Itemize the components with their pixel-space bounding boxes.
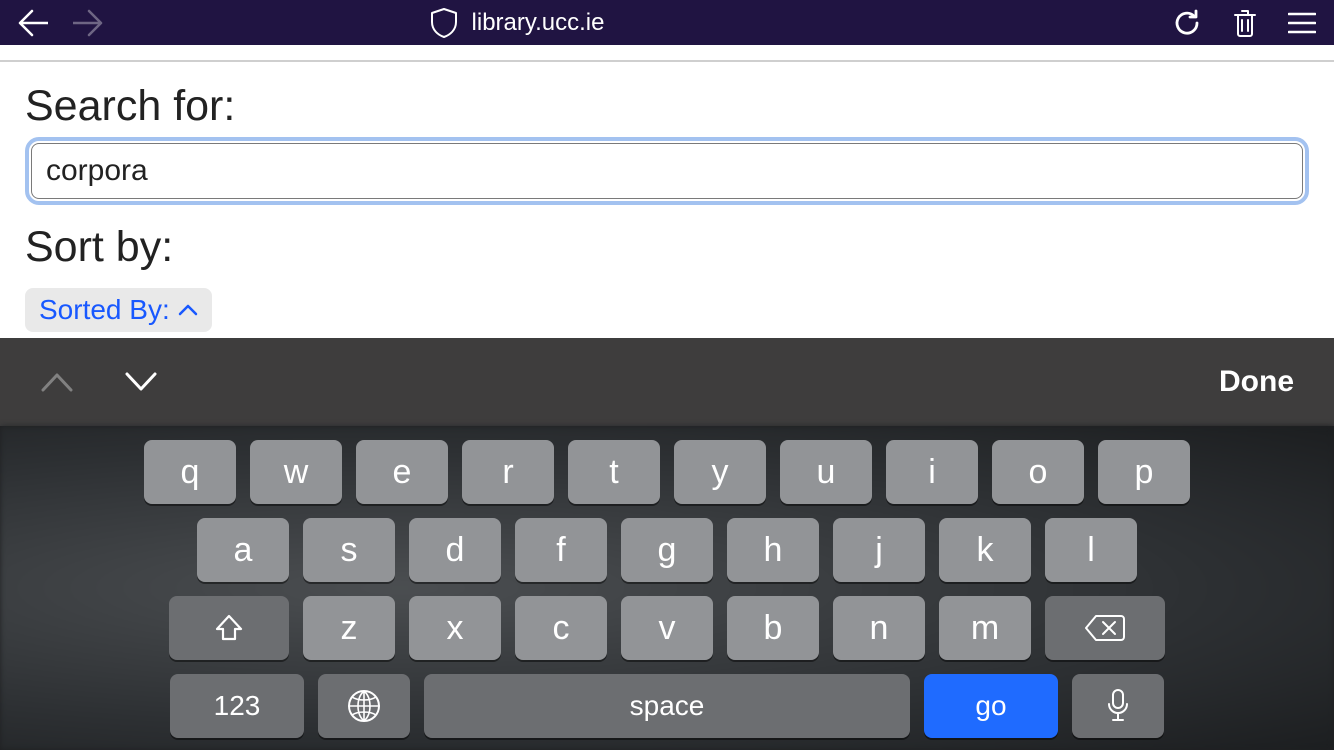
form-next-button[interactable] — [124, 370, 158, 394]
key-z[interactable]: z — [303, 596, 395, 660]
keyboard-area: Done qwertyuiop asdfghjkl zxcvbnm 123 sp… — [0, 338, 1334, 750]
form-prev-button[interactable] — [40, 370, 74, 394]
search-label: Search for: — [25, 82, 1309, 131]
key-k[interactable]: k — [939, 518, 1031, 582]
key-m[interactable]: m — [939, 596, 1031, 660]
keyboard-accessory-bar: Done — [0, 338, 1334, 426]
key-r[interactable]: r — [462, 440, 554, 504]
search-input[interactable] — [31, 143, 1303, 199]
page-content: Search for: Sort by: Sorted By: — [0, 60, 1334, 332]
trash-icon[interactable] — [1232, 8, 1258, 38]
key-s[interactable]: s — [303, 518, 395, 582]
chevron-up-icon — [178, 303, 198, 317]
sort-by-dropdown[interactable]: Sorted By: — [25, 288, 212, 332]
key-a[interactable]: a — [197, 518, 289, 582]
shift-icon — [213, 612, 245, 644]
reload-button[interactable] — [1172, 8, 1202, 38]
key-o[interactable]: o — [992, 440, 1084, 504]
shield-icon — [431, 8, 457, 38]
key-space[interactable]: space — [424, 674, 910, 738]
address-bar[interactable]: library.ucc.ie — [3, 8, 1032, 38]
virtual-keyboard: qwertyuiop asdfghjkl zxcvbnm 123 space g… — [0, 426, 1334, 750]
key-d[interactable]: d — [409, 518, 501, 582]
microphone-icon — [1106, 688, 1130, 724]
keyboard-row-2: asdfghjkl — [197, 518, 1137, 582]
key-numbers[interactable]: 123 — [170, 674, 304, 738]
key-dictation[interactable] — [1072, 674, 1164, 738]
keyboard-row-3: zxcvbnm — [169, 596, 1165, 660]
key-j[interactable]: j — [833, 518, 925, 582]
sort-chip-label: Sorted By: — [39, 294, 170, 326]
key-p[interactable]: p — [1098, 440, 1190, 504]
sort-label: Sort by: — [25, 223, 1309, 272]
key-u[interactable]: u — [780, 440, 872, 504]
key-go[interactable]: go — [924, 674, 1058, 738]
menu-icon[interactable] — [1288, 11, 1316, 35]
url-text: library.ucc.ie — [472, 9, 605, 37]
keyboard-done-button[interactable]: Done — [1219, 365, 1294, 399]
key-x[interactable]: x — [409, 596, 501, 660]
key-c[interactable]: c — [515, 596, 607, 660]
key-f[interactable]: f — [515, 518, 607, 582]
key-e[interactable]: e — [356, 440, 448, 504]
key-q[interactable]: q — [144, 440, 236, 504]
key-globe[interactable] — [318, 674, 410, 738]
search-field-wrap — [25, 137, 1309, 205]
key-w[interactable]: w — [250, 440, 342, 504]
key-l[interactable]: l — [1045, 518, 1137, 582]
key-n[interactable]: n — [833, 596, 925, 660]
key-v[interactable]: v — [621, 596, 713, 660]
key-i[interactable]: i — [886, 440, 978, 504]
key-y[interactable]: y — [674, 440, 766, 504]
keyboard-row-4: 123 space go — [170, 674, 1164, 738]
browser-toolbar: library.ucc.ie — [0, 0, 1334, 45]
key-h[interactable]: h — [727, 518, 819, 582]
key-shift[interactable] — [169, 596, 289, 660]
key-g[interactable]: g — [621, 518, 713, 582]
key-b[interactable]: b — [727, 596, 819, 660]
key-backspace[interactable] — [1045, 596, 1165, 660]
keyboard-row-1: qwertyuiop — [144, 440, 1190, 504]
backspace-icon — [1084, 613, 1126, 643]
key-t[interactable]: t — [568, 440, 660, 504]
globe-icon — [346, 688, 382, 724]
